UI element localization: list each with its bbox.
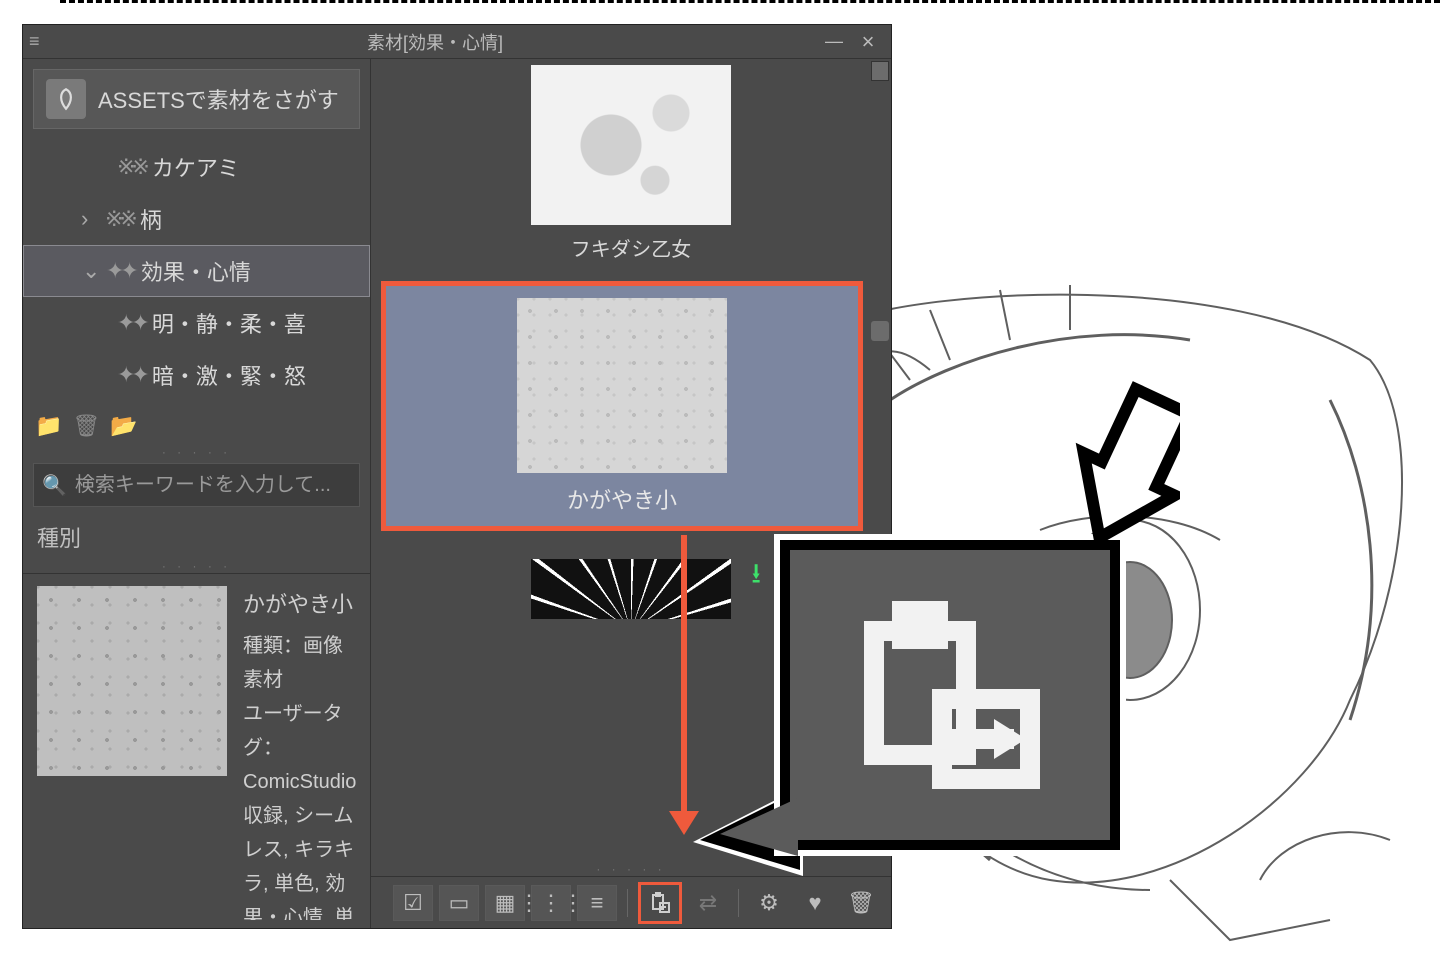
tree-item-pattern[interactable]: › ※※ 柄 xyxy=(23,193,370,245)
cursor-arrow-annotation xyxy=(1020,380,1180,600)
sparkle-icon: ✦✦ xyxy=(117,310,146,336)
settings-icon[interactable]: ⚙ xyxy=(749,885,789,921)
assets-icon xyxy=(46,79,86,119)
close-button[interactable]: × xyxy=(851,29,885,55)
divider: · · · · · xyxy=(23,559,370,573)
detail-name: かがやき小 xyxy=(243,586,356,623)
assets-search-label: ASSETSで素材をさがす xyxy=(98,83,339,115)
detail-thumbnail xyxy=(37,586,227,776)
material-caption: かがやき小 xyxy=(567,483,677,515)
folder-toolbar: 📁 🗑 📂 xyxy=(23,407,370,445)
assets-search-button[interactable]: ASSETSで素材をさがす xyxy=(33,69,360,129)
menu-icon[interactable]: ≡ xyxy=(29,31,53,52)
chevron-down-icon: ⌄ xyxy=(82,258,100,284)
material-item-next[interactable]: ⭳ xyxy=(531,559,731,619)
selection-marquee xyxy=(60,0,1440,3)
search-field[interactable]: 🔍 xyxy=(33,463,360,507)
pattern-icon: ※※ xyxy=(105,206,134,232)
paste-icon-large xyxy=(850,595,1050,795)
view-list-icon[interactable]: ≡ xyxy=(577,885,617,921)
detail-usertags: ユーザータグ： ComicStudio収録, シームレス, キラキラ, 単色, 効… xyxy=(243,697,356,920)
download-icon: ⭳ xyxy=(751,553,761,601)
divider: · · · · · xyxy=(23,445,370,459)
new-folder-icon[interactable]: 📁 xyxy=(35,413,62,439)
sparkle-icon: ✦✦ xyxy=(106,258,135,284)
swap-icon[interactable]: ⇄ xyxy=(688,885,728,921)
folder-tree: ※※ カケアミ › ※※ 柄 ⌄ ✦✦ 効果・心情 ✦✦ 明・静・柔・喜 xyxy=(23,137,370,407)
chevron-right-icon: › xyxy=(81,206,99,232)
tree-label: カケアミ xyxy=(152,151,240,183)
detail-info: かがやき小 種類：画像素材 ユーザータグ： ComicStudio収録, シームレ… xyxy=(243,586,356,920)
material-thumbnail xyxy=(531,65,731,225)
titlebar: ≡ 素材[効果・心情] — × xyxy=(23,25,891,59)
tree-item-effect-emotion[interactable]: ⌄ ✦✦ 効果・心情 xyxy=(23,245,370,297)
divider: · · · · · xyxy=(371,862,891,876)
scrollbar-up-button[interactable] xyxy=(871,61,889,81)
material-thumbnail xyxy=(531,559,731,619)
tree-label: 柄 xyxy=(140,203,162,235)
material-item-fukidashi[interactable]: フキダシ乙女 xyxy=(531,65,731,262)
delete-folder-icon[interactable]: 🗑 xyxy=(72,413,100,439)
pattern-icon: ※※ xyxy=(117,154,146,180)
view-detail-icon[interactable]: ▭ xyxy=(439,885,479,921)
select-all-icon[interactable]: ☑ xyxy=(393,885,433,921)
material-item-kagayaki-selected[interactable]: かがやき小 xyxy=(381,281,863,531)
gallery-toolbar: ☑ ▭ ▦ ⋮⋮⋮ ≡ ⇄ ⚙ ♥ 🗑 xyxy=(371,876,891,928)
paste-to-canvas-button[interactable] xyxy=(638,882,682,924)
material-thumbnail xyxy=(517,298,727,473)
detail-usertag-label: ユーザータグ： xyxy=(243,703,343,759)
panel-title: 素材[効果・心情] xyxy=(53,29,817,55)
detail-kind: 種類：画像素材 xyxy=(243,629,356,697)
tree-label: 明・静・柔・喜 xyxy=(152,307,306,339)
sidebar: ASSETSで素材をさがす ※※ カケアミ › ※※ 柄 ⌄ ✦✦ 効果・心情 xyxy=(23,59,371,928)
view-small-grid-icon[interactable]: ⋮⋮⋮ xyxy=(531,885,571,921)
open-folder-icon[interactable]: 📂 xyxy=(110,413,137,439)
material-caption: フキダシ乙女 xyxy=(571,233,691,262)
tree-label: 効果・心情 xyxy=(141,255,251,287)
annotation-arrow-line xyxy=(681,535,687,817)
separator xyxy=(738,889,739,917)
tree-item-kakeami[interactable]: ※※ カケアミ xyxy=(23,141,370,193)
search-icon: 🔍 xyxy=(42,473,67,498)
favorite-icon[interactable]: ♥ xyxy=(795,885,835,921)
tree-item-bright[interactable]: ✦✦ 明・静・柔・喜 xyxy=(23,297,370,349)
minimize-button[interactable]: — xyxy=(817,31,851,52)
tree-label: 暗・激・緊・怒 xyxy=(152,359,306,391)
search-input[interactable] xyxy=(75,474,351,497)
detail-pane: かがやき小 種類：画像素材 ユーザータグ： ComicStudio収録, シームレ… xyxy=(23,573,370,928)
detail-kind-label: 種類： xyxy=(243,635,303,657)
separator xyxy=(627,889,628,917)
callout-tail-inner xyxy=(720,798,798,856)
scrollbar-thumb[interactable] xyxy=(871,321,889,341)
sparkle-icon: ✦✦ xyxy=(117,362,146,388)
type-filter-label: 種別 xyxy=(23,511,370,559)
trash-icon[interactable]: 🗑 xyxy=(841,885,881,921)
tree-item-dark[interactable]: ✦✦ 暗・激・緊・怒 xyxy=(23,349,370,401)
detail-usertag-value: ComicStudio収録, シームレス, キラキラ, 単色, 効果・心情, 単 xyxy=(243,771,356,920)
